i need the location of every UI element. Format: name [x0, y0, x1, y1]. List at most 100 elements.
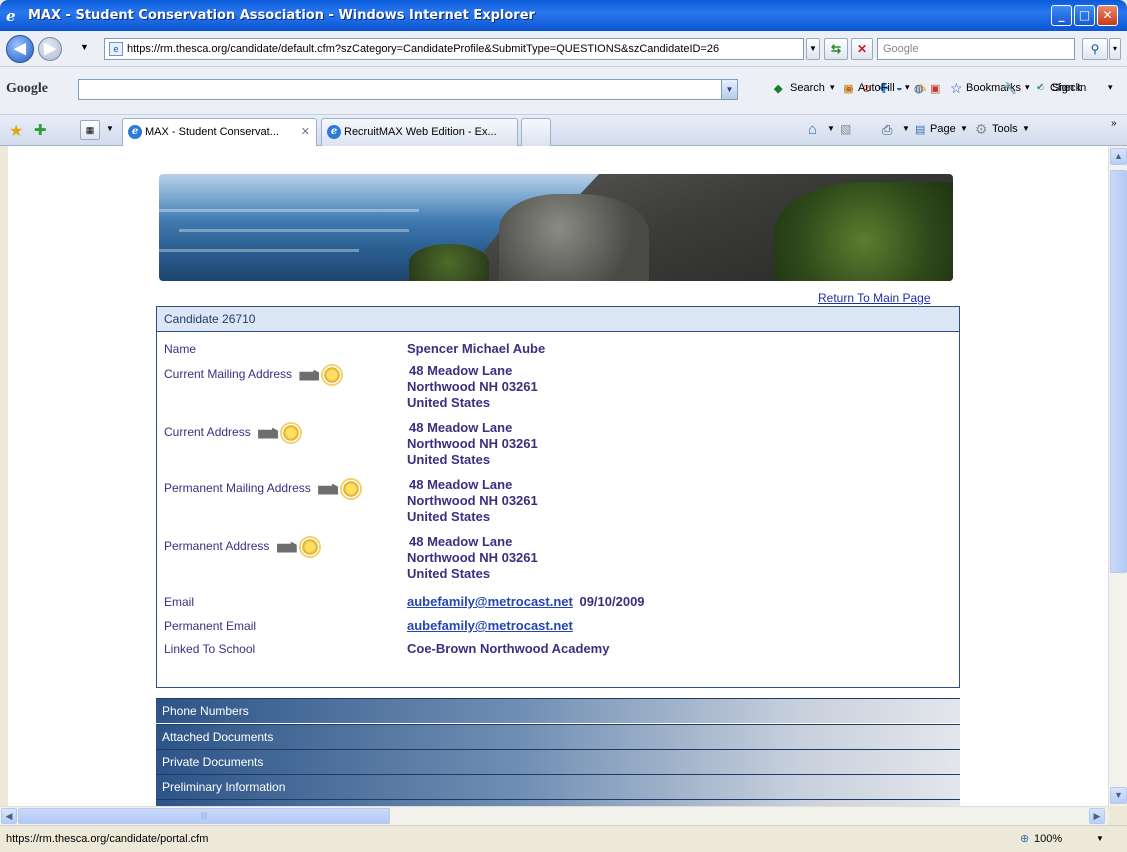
zoom-level[interactable]: 100%: [1034, 826, 1062, 852]
url-dropdown-button[interactable]: ▼: [806, 38, 820, 60]
zoom-dropdown-icon[interactable]: ▼: [1096, 826, 1104, 852]
current-address-label: Current Address: [164, 424, 301, 442]
scroll-down-arrow[interactable]: ▼: [1110, 787, 1127, 804]
horizontal-scrollbar[interactable]: ◀ ||| ▶: [0, 806, 1108, 825]
truck-icon[interactable]: [276, 541, 297, 553]
home-icon[interactable]: ⌂: [808, 121, 817, 138]
page-menu[interactable]: Page: [930, 123, 956, 135]
tab-list-dropdown-icon[interactable]: ▼: [106, 124, 114, 133]
sign-in-dropdown-icon[interactable]: ▾: [1108, 82, 1113, 93]
ie-tab-icon: e: [128, 125, 142, 139]
scroll-left-arrow[interactable]: ◀: [1, 808, 17, 824]
address-line2: Northwood NH 03261: [407, 550, 538, 565]
section-preliminary-information[interactable]: Preliminary Information: [156, 774, 960, 799]
tab-label: MAX - Student Conservat...: [145, 126, 279, 138]
address-line1: 48 Meadow Lane: [409, 363, 513, 378]
address-line1: 48 Meadow Lane: [409, 420, 513, 435]
truck-icon[interactable]: [318, 483, 339, 495]
sign-in-icon: ○: [1038, 82, 1045, 94]
search-options-icon[interactable]: ▾: [1109, 38, 1121, 60]
sun-icon[interactable]: [342, 480, 361, 498]
home-dropdown-icon[interactable]: ▼: [827, 124, 835, 133]
sign-in-button[interactable]: Sign In: [1052, 82, 1086, 94]
forward-button[interactable]: ▶: [38, 37, 62, 61]
highlighter-icon[interactable]: ✎: [918, 82, 927, 95]
back-button[interactable]: ◀: [6, 35, 34, 63]
permanent-email-value: aubefamily@metrocast.net: [407, 618, 573, 634]
page-content: Return To Main Page Candidate 26710 Name…: [8, 146, 1108, 806]
status-bar: https://rm.thesca.org/candidate/portal.c…: [0, 825, 1127, 852]
ie-tab-icon: e: [327, 125, 341, 139]
permanent-address-label-text: Permanent Address: [164, 539, 270, 554]
autofill-button[interactable]: AutoFill: [858, 82, 895, 94]
scroll-up-arrow[interactable]: ▲: [1110, 148, 1127, 165]
return-to-main-link[interactable]: Return To Main Page: [818, 291, 931, 305]
print-dropdown-icon[interactable]: ▼: [902, 124, 910, 133]
horizontal-scroll-thumb[interactable]: |||: [18, 808, 390, 824]
autofill-dropdown-icon[interactable]: ▾: [905, 82, 910, 93]
vertical-scroll-thumb[interactable]: [1110, 170, 1127, 573]
address-line3: United States: [407, 452, 491, 467]
bushes: [774, 182, 953, 281]
stop-button[interactable]: ✕: [851, 38, 873, 60]
tab-recruitmax[interactable]: e RecruitMAX Web Edition - Ex...: [321, 118, 518, 146]
print-icon[interactable]: ⎙: [882, 122, 892, 138]
moss: [409, 244, 489, 281]
candidate-panel: Candidate 26710 Name Spencer Michael Aub…: [156, 306, 960, 688]
permanent-address-label: Permanent Address: [164, 538, 319, 556]
linked-school-label: Linked To School: [164, 642, 256, 656]
page-dropdown-icon[interactable]: ▼: [960, 124, 968, 133]
permanent-email-link[interactable]: aubefamily@metrocast.net: [407, 618, 573, 633]
new-tab-button[interactable]: [521, 118, 551, 146]
close-tab-icon[interactable]: ✕: [301, 119, 310, 145]
autofill-icon: ▤: [843, 83, 854, 95]
truck-icon[interactable]: [299, 369, 320, 381]
minimize-button[interactable]: _: [1051, 5, 1072, 26]
wave: [159, 249, 359, 252]
tools-menu[interactable]: Tools: [992, 123, 1018, 135]
add-favorite-icon[interactable]: ✚: [34, 121, 47, 139]
wrench-dropdown-icon[interactable]: ▾: [1025, 82, 1030, 93]
refresh-button[interactable]: ⇆: [824, 38, 848, 60]
section-attached-documents[interactable]: Attached Documents: [156, 724, 960, 749]
search-button[interactable]: ⚲: [1082, 38, 1108, 60]
close-button[interactable]: ✕: [1097, 5, 1118, 26]
section-phone-numbers[interactable]: Phone Numbers: [156, 698, 960, 723]
section-private-documents[interactable]: Private Documents: [156, 749, 960, 774]
search-input[interactable]: Google: [877, 38, 1075, 60]
tools-dropdown-icon[interactable]: ▼: [1022, 124, 1030, 133]
email-date: 09/10/2009: [579, 594, 645, 609]
url-field[interactable]: e https://rm.thesca.org/candidate/defaul…: [104, 38, 804, 60]
favorites-star-icon[interactable]: ★: [9, 121, 23, 141]
sun-icon[interactable]: [323, 366, 342, 384]
permanent-email-label: Permanent Email: [164, 619, 257, 633]
quick-tabs-button[interactable]: ▦: [80, 120, 100, 140]
maximize-button[interactable]: □: [1074, 5, 1095, 26]
tab-label: RecruitMAX Web Edition - Ex...: [344, 126, 497, 138]
address-line3: United States: [407, 566, 491, 581]
sun-icon[interactable]: [282, 424, 301, 442]
address-line1: 48 Meadow Lane: [409, 534, 513, 549]
more-commands-icon[interactable]: »: [1111, 118, 1117, 129]
current-mailing-label: Current Mailing Address: [164, 366, 342, 384]
truck-icon[interactable]: [258, 427, 279, 439]
tab-max[interactable]: e MAX - Student Conservat... ✕: [122, 118, 317, 146]
wrench-icon[interactable]: 🔧: [1003, 82, 1017, 95]
address-line1: 48 Meadow Lane: [409, 477, 513, 492]
status-url: https://rm.thesca.org/candidate/portal.c…: [6, 833, 209, 845]
permanent-mailing-label-text: Permanent Mailing Address: [164, 481, 311, 496]
title-bar: e MAX - Student Conservation Association…: [0, 0, 1127, 31]
history-dropdown-icon[interactable]: ▼: [80, 42, 89, 52]
ie-icon: e: [6, 7, 16, 25]
current-mailing-address: 48 Meadow Lane Northwood NH 03261 United…: [407, 363, 538, 411]
zoom-icon: ⊕: [1020, 833, 1030, 845]
vertical-scrollbar[interactable]: ▲ ▼: [1108, 146, 1127, 806]
scroll-right-arrow[interactable]: ▶: [1089, 808, 1105, 824]
address-line2: Northwood NH 03261: [407, 436, 538, 451]
email-label: Email: [164, 595, 195, 609]
email-link[interactable]: aubefamily@metrocast.net: [407, 594, 573, 609]
feeds-icon[interactable]: ▧: [840, 122, 851, 136]
sun-icon[interactable]: [300, 538, 319, 556]
permanent-address: 48 Meadow Lane Northwood NH 03261 United…: [407, 534, 538, 582]
address-line2: Northwood NH 03261: [407, 379, 538, 394]
